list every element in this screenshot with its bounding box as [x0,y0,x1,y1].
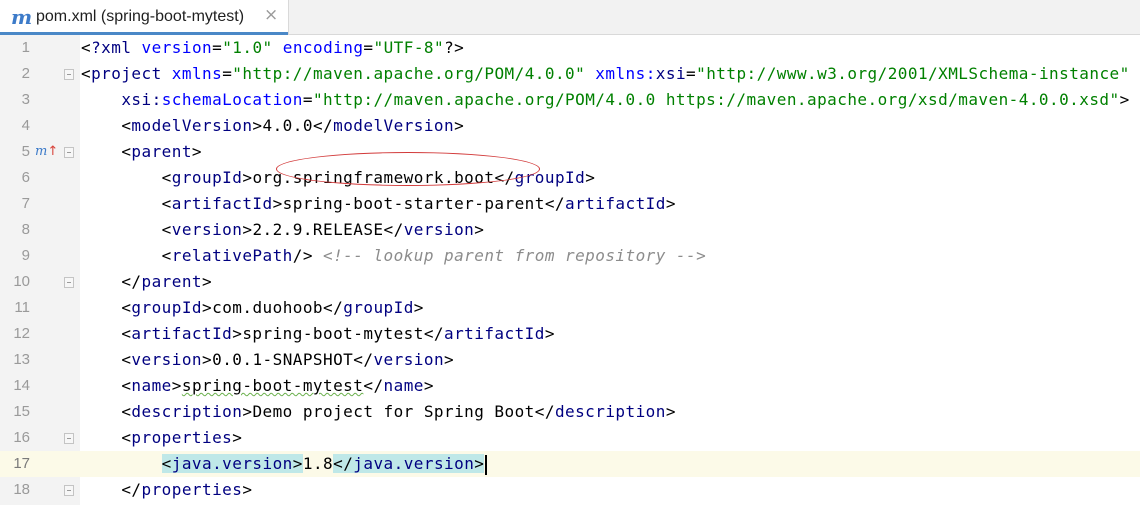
line-number: 15 [13,403,30,420]
code-text: <version>0.0.1-SNAPSHOT</version> [81,350,455,369]
line-number: 17 [0,451,30,477]
line-number: 18 [13,481,30,498]
line-number: 7 [21,195,30,212]
code-line: 3 xsi:schemaLocation="http://maven.apach… [0,87,1140,113]
code-text: <description>Demo project for Spring Boo… [81,402,676,421]
code-line: 4 <modelVersion>4.0.0</modelVersion> [0,113,1140,139]
line-number: 6 [21,169,30,186]
fold-icon[interactable] [64,277,74,288]
line-number: 12 [13,325,30,342]
line-number: 1 [21,39,30,56]
code-line: 6 <groupId>org.springframework.boot</gro… [0,165,1140,191]
line-number: 13 [13,351,30,368]
code-text: <groupId>com.duohoob</groupId> [81,298,424,317]
maven-m-icon: m [11,5,33,29]
fold-icon[interactable] [64,69,74,80]
line-number: 4 [21,117,30,134]
code-line: 9 <relativePath/> <!-- lookup parent fro… [0,243,1140,269]
fold-icon[interactable] [64,485,74,496]
code-line: 2 <project xmlns="http://maven.apache.or… [0,61,1140,87]
fold-icon[interactable] [64,147,74,158]
code-line: 14 <name>spring-boot-mytest</name> [0,373,1140,399]
code-text: <parent> [81,142,203,161]
code-line: 16 <properties> [0,425,1140,451]
code-line: 10 </parent> [0,269,1140,295]
tab-label: pom.xml (spring-boot-mytest) [36,8,245,25]
code-text: <properties> [81,428,243,447]
text-caret [485,454,488,475]
close-icon[interactable]: × [264,5,278,25]
line-number: 5 [21,143,30,160]
line-number: 11 [14,299,30,316]
code-text: <project xmlns="http://maven.apache.org/… [81,64,1130,83]
code-text: <artifactId>spring-boot-starter-parent</… [81,194,676,213]
line-number: 16 [13,429,30,446]
code-text: <?xml version="1.0" encoding="UTF-8"?> [81,38,465,57]
code-text: <version>2.2.9.RELEASE</version> [81,220,485,239]
maven-override-arrow-icon[interactable]: m↑ [35,139,58,165]
code-editor[interactable]: 1 <?xml version="1.0" encoding="UTF-8"?>… [0,35,1140,505]
code-text: <modelVersion>4.0.0</modelVersion> [81,116,465,135]
code-text: xsi:schemaLocation="http://maven.apache.… [121,90,1130,109]
code-line: 12 <artifactId>spring-boot-mytest</artif… [0,321,1140,347]
line-number: 14 [13,377,30,394]
current-code-line: 17 <java.version>1.8</java.version> [0,451,1140,477]
code-line: 7 <artifactId>spring-boot-starter-parent… [0,191,1140,217]
editor-tab-pom-xml[interactable]: m pom.xml (spring-boot-mytest) × [0,0,289,35]
line-number: 2 [21,65,30,82]
code-text: <groupId>org.springframework.boot</group… [81,168,596,187]
code-line: 5 m↑ <parent> [0,139,1140,165]
code-text: <artifactId>spring-boot-mytest</artifact… [81,324,555,343]
code-line: 11 <groupId>com.duohoob</groupId> [0,295,1140,321]
code-text: <java.version>1.8</java.version> [81,451,488,477]
code-text: </properties> [81,480,253,499]
code-line: 13 <version>0.0.1-SNAPSHOT</version> [0,347,1140,373]
line-number: 8 [21,221,30,238]
line-number: 9 [21,247,30,264]
fold-icon[interactable] [64,433,74,444]
editor-tab-bar: m pom.xml (spring-boot-mytest) × [0,0,1140,35]
code-line: 15 <description>Demo project for Spring … [0,399,1140,425]
line-number: 10 [13,273,30,290]
code-line: 8 <version>2.2.9.RELEASE</version> [0,217,1140,243]
line-number: 3 [21,91,30,108]
code-text: </parent> [81,272,213,291]
code-line: 1 <?xml version="1.0" encoding="UTF-8"?> [0,35,1140,61]
code-text: <relativePath/> <!-- lookup parent from … [81,246,707,265]
code-text: <name>spring-boot-mytest</name> [81,376,434,395]
code-line: 18 </properties> [0,477,1140,503]
